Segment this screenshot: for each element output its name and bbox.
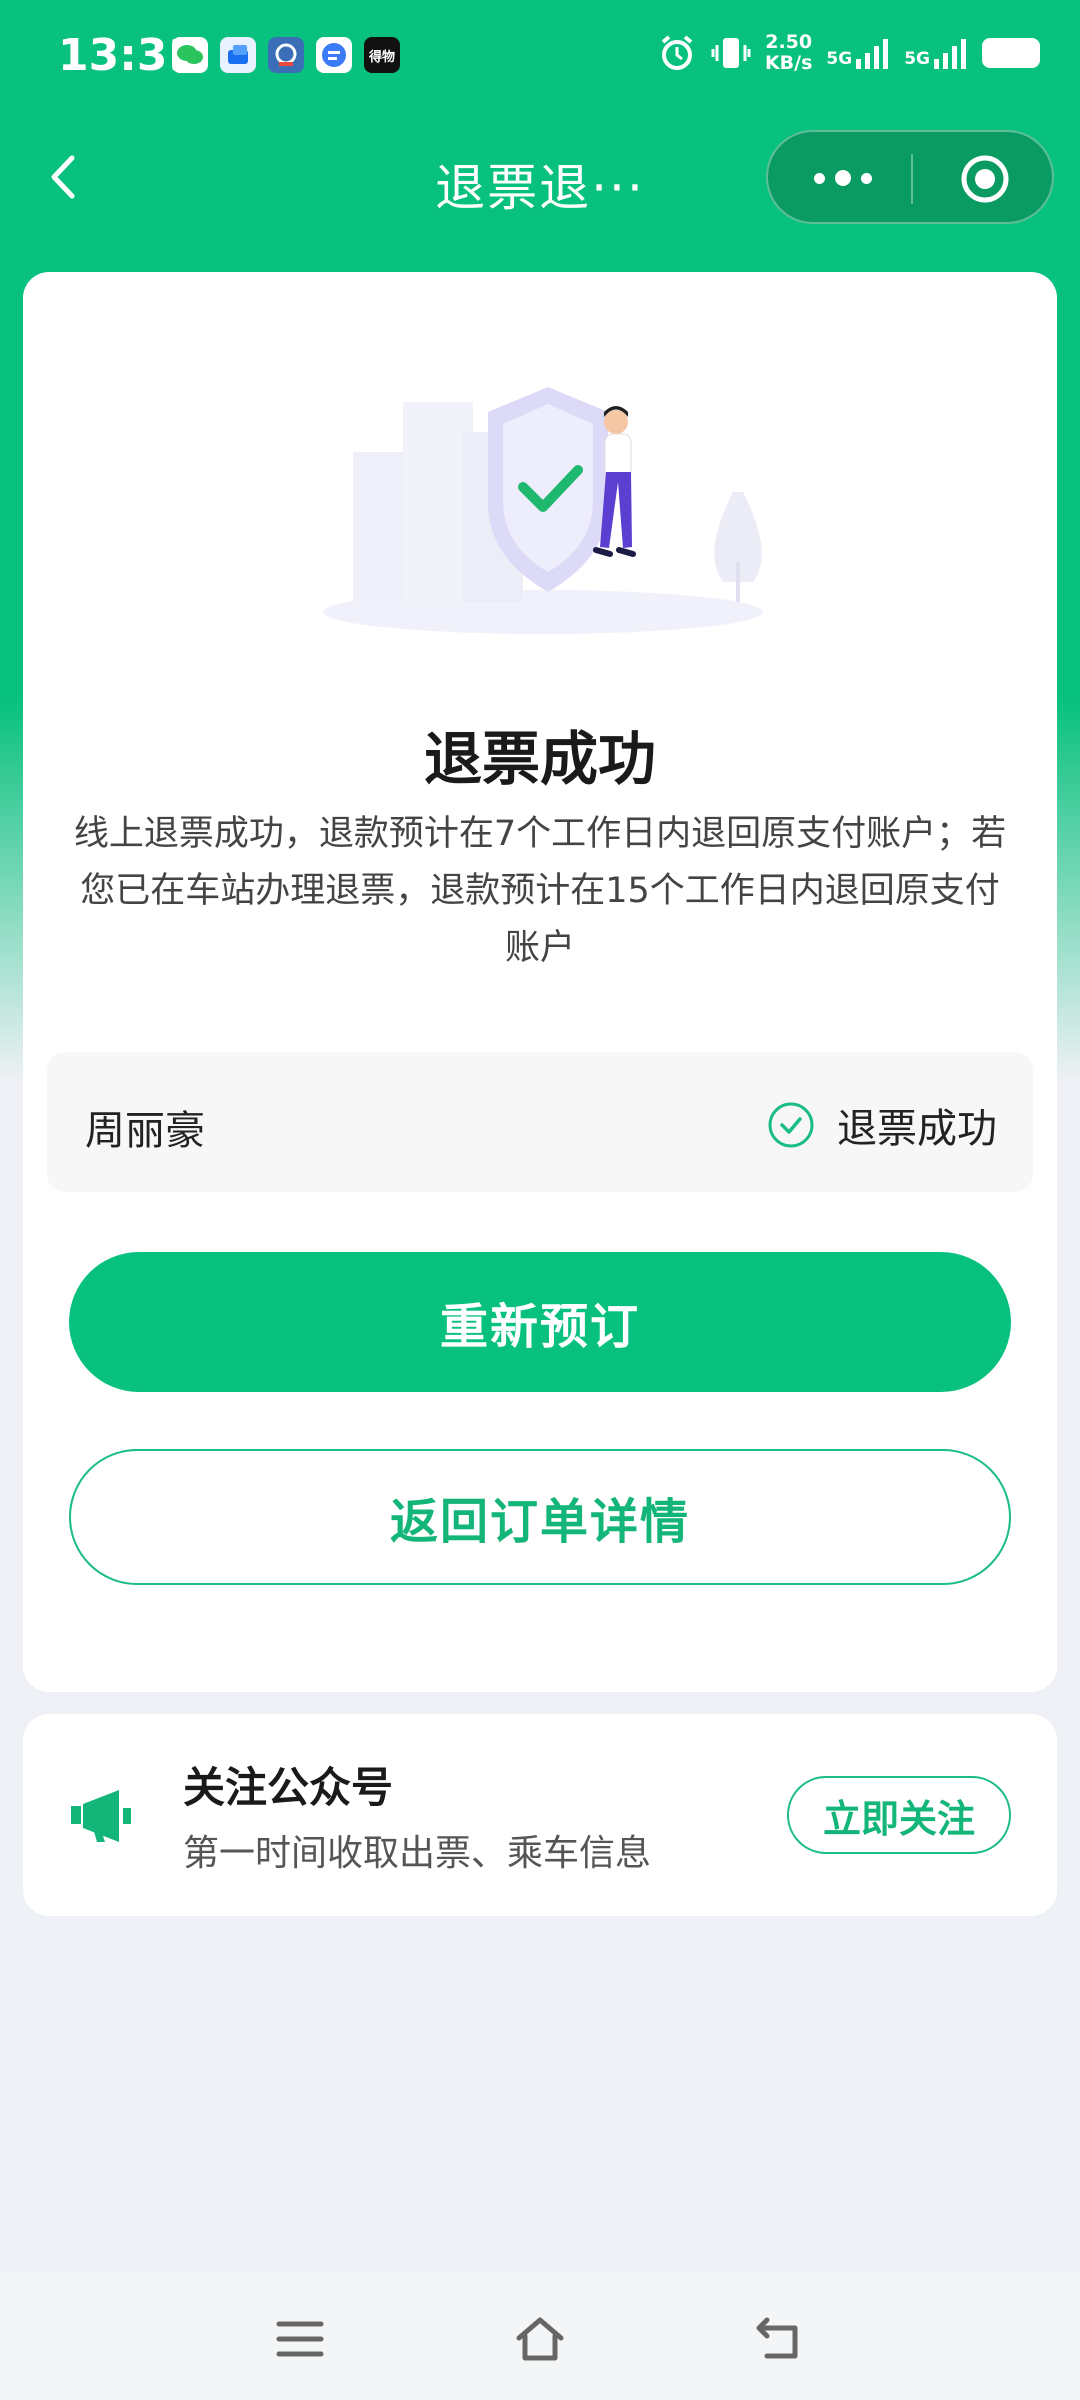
- megaphone-icon: [71, 1790, 131, 1842]
- passenger-name: 周丽豪: [85, 1108, 205, 1154]
- miniprogram-capsule: [766, 130, 1054, 224]
- home-icon[interactable]: [515, 2314, 565, 2364]
- app-chat-icon: [316, 37, 352, 73]
- check-circle-icon: [768, 1102, 814, 1148]
- more-menu-icon[interactable]: [808, 160, 878, 196]
- passenger-status: 退票成功: [767, 1096, 997, 1154]
- system-navigation-bar: [0, 2272, 1080, 2400]
- follow-subtitle: 第一时间收取出票、乘车信息: [183, 1833, 652, 1874]
- navigation-bar: 退票退···: [0, 112, 1080, 244]
- signal-2: 5G: [904, 37, 968, 69]
- signal-bars-icon: [856, 39, 889, 69]
- wechat-icon: [172, 37, 208, 73]
- app-blue-icon: [220, 37, 256, 73]
- refund-result-card: 退票成功 线上退票成功，退款预计在7个工作日内退回原支付账户；若您已在车站办理退…: [23, 272, 1057, 1692]
- signal-bars-icon: [934, 39, 966, 69]
- capsule-divider: [911, 154, 913, 204]
- vibrate-icon: [711, 38, 751, 68]
- notification-icons: 得物: [172, 37, 400, 73]
- system-indicators: 2.50 KB/s 5G 5G: [657, 32, 1040, 74]
- signal-1: 5G: [826, 37, 890, 69]
- follow-account-card: 关注公众号 第一时间收取出票、乘车信息 立即关注: [23, 1714, 1057, 1916]
- result-description: 线上退票成功，退款预计在7个工作日内退回原支付账户；若您已在车站办理退票，退款预…: [73, 814, 1007, 968]
- success-shield-illustration: [323, 387, 763, 634]
- result-title: 退票成功: [423, 725, 656, 793]
- follow-now-button[interactable]: 立即关注: [787, 1776, 1011, 1854]
- follow-title: 关注公众号: [183, 1763, 394, 1812]
- app-news-icon: 得物: [364, 37, 400, 73]
- passenger-row: 周丽豪 退票成功: [47, 1052, 1033, 1192]
- back-to-order-button[interactable]: 返回订单详情: [69, 1449, 1011, 1585]
- rebook-button[interactable]: 重新预订: [69, 1252, 1011, 1392]
- status-label: 退票成功: [837, 1106, 997, 1152]
- menu-icon[interactable]: [275, 2314, 325, 2364]
- close-miniprogram-icon[interactable]: [960, 154, 1010, 204]
- alarm-icon: [661, 35, 693, 70]
- status-bar: 13:31 得物 2.50 KB/s 5G 5G: [0, 0, 1080, 112]
- network-speed: 2.50 KB/s: [764, 31, 813, 74]
- return-icon[interactable]: [755, 2314, 805, 2364]
- app-railway-icon: [268, 37, 304, 73]
- battery-icon: [982, 38, 1040, 68]
